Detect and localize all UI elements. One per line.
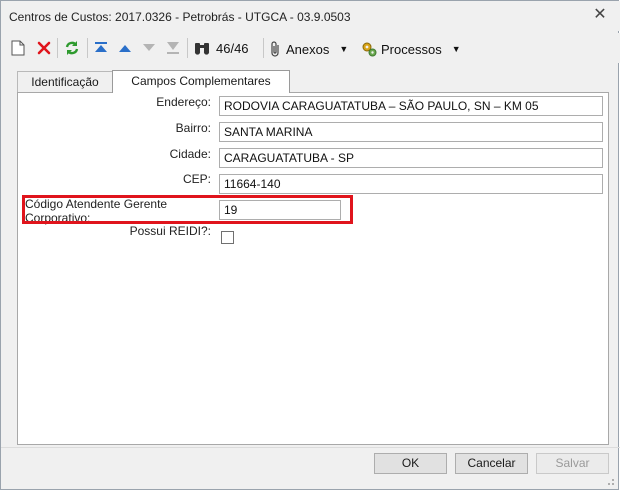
bairro-label: Bairro: bbox=[175, 121, 211, 135]
cidade-label: Cidade: bbox=[169, 147, 211, 161]
cep-label: CEP: bbox=[182, 172, 211, 186]
endereco-field[interactable]: RODOVIA CARAGUATATUBA – SÃO PAULO, SN – … bbox=[219, 96, 603, 116]
processos-menu-button[interactable]: Processos ▼ bbox=[361, 39, 461, 59]
processos-label: Processos bbox=[381, 41, 442, 57]
endereco-label: Endereço: bbox=[156, 95, 211, 109]
close-icon[interactable]: ✕ bbox=[592, 7, 608, 23]
delete-icon[interactable] bbox=[35, 37, 53, 59]
dropdown-arrow-icon: ▼ bbox=[451, 44, 461, 54]
cancel-button[interactable]: Cancelar bbox=[455, 453, 528, 474]
new-document-icon[interactable] bbox=[9, 37, 27, 59]
previous-record-icon[interactable] bbox=[116, 37, 134, 59]
binoculars-icon[interactable] bbox=[192, 37, 212, 59]
tab-label: Identificação bbox=[31, 75, 99, 89]
toolbar: 46/46 Anexos ▼ Processos ▼ bbox=[1, 33, 620, 63]
save-button[interactable]: Salvar bbox=[536, 453, 609, 474]
first-record-icon[interactable] bbox=[92, 37, 110, 59]
window-title: Centros de Custos: 2017.0326 - Petrobrás… bbox=[9, 10, 351, 24]
gears-icon bbox=[362, 42, 377, 57]
tab-campos-complementares[interactable]: Campos Complementares bbox=[112, 70, 290, 93]
resize-grip-icon[interactable] bbox=[605, 476, 615, 486]
reidi-checkbox[interactable] bbox=[221, 231, 234, 244]
next-record-icon[interactable] bbox=[140, 37, 158, 59]
dropdown-arrow-icon: ▼ bbox=[339, 44, 349, 54]
paperclip-icon bbox=[271, 41, 279, 57]
tab-identificacao[interactable]: Identificação bbox=[17, 71, 113, 92]
highlight-box bbox=[22, 195, 353, 224]
refresh-icon[interactable] bbox=[62, 37, 82, 59]
last-record-icon[interactable] bbox=[164, 37, 182, 59]
footer-divider bbox=[1, 447, 620, 448]
tab-panel bbox=[17, 92, 609, 445]
ok-button[interactable]: OK bbox=[374, 453, 447, 474]
anexos-label: Anexos bbox=[286, 41, 330, 57]
record-counter: 46/46 bbox=[216, 41, 249, 56]
toolbar-separator bbox=[187, 38, 188, 58]
toolbar-separator bbox=[57, 38, 58, 58]
toolbar-separator bbox=[263, 38, 264, 58]
tab-label: Campos Complementares bbox=[131, 74, 271, 88]
dialog-window: Centros de Custos: 2017.0326 - Petrobrás… bbox=[0, 0, 620, 490]
cep-field[interactable]: 11664-140 bbox=[219, 174, 603, 194]
reidi-label: Possui REIDI?: bbox=[129, 224, 211, 238]
anexos-menu-button[interactable]: Anexos ▼ bbox=[270, 39, 348, 59]
cidade-field[interactable]: CARAGUATATUBA - SP bbox=[219, 148, 603, 168]
bairro-field[interactable]: SANTA MARINA bbox=[219, 122, 603, 142]
toolbar-separator bbox=[87, 38, 88, 58]
title-bar: Centros de Custos: 2017.0326 - Petrobrás… bbox=[1, 1, 620, 31]
